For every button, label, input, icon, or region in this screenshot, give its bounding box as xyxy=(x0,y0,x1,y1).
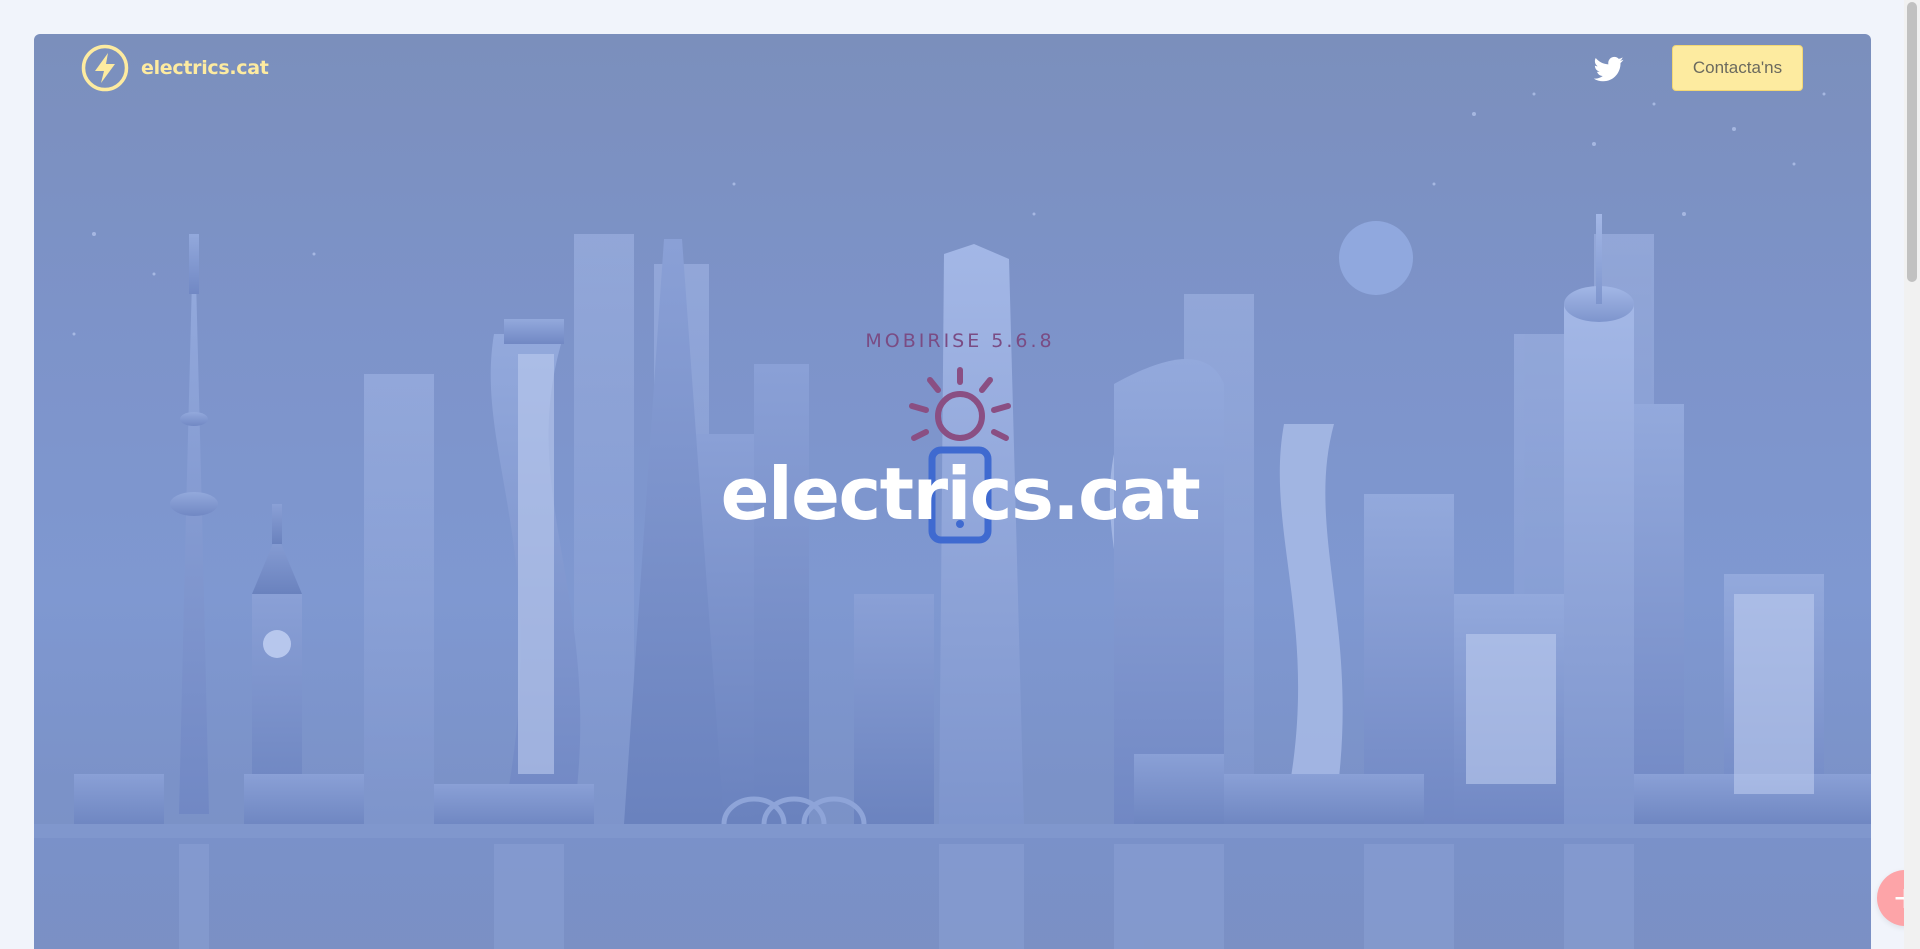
scrollbar-thumb[interactable] xyxy=(1907,2,1917,282)
brand-name: electrics.cat xyxy=(141,57,269,79)
hero-subtitle: MOBIRISE 5.6.8 xyxy=(865,330,1055,352)
brand-link[interactable]: electrics.cat xyxy=(81,44,269,92)
page: electrics.cat Contacta'ns MOBIRISE 5.6.8… xyxy=(0,0,1920,949)
twitter-icon[interactable] xyxy=(1594,54,1624,84)
contact-button[interactable]: Contacta'ns xyxy=(1672,45,1803,91)
hero-title: electrics.cat xyxy=(720,452,1201,536)
navbar: electrics.cat Contacta'ns xyxy=(34,34,1871,104)
lightning-bolt-icon xyxy=(81,44,129,92)
